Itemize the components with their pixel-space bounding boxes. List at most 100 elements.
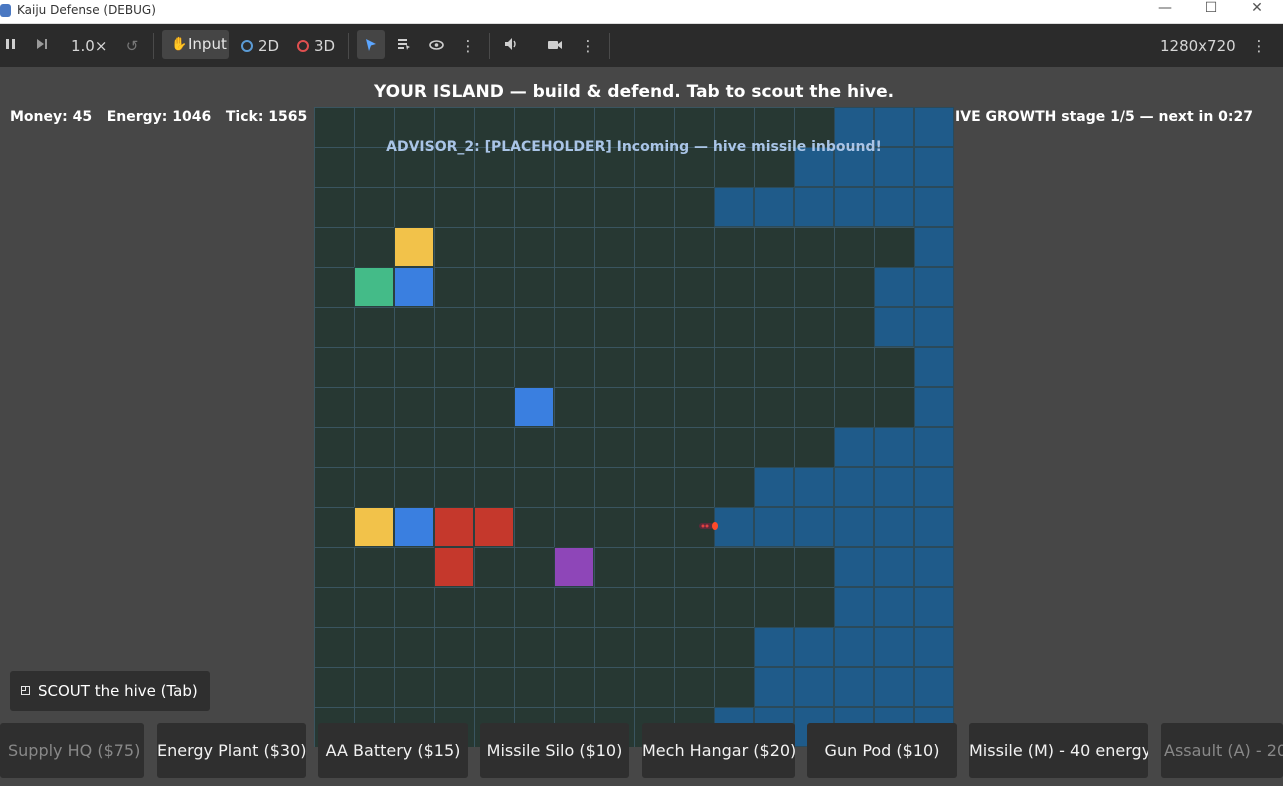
hive-tile bbox=[834, 587, 874, 627]
step-frame-icon[interactable] bbox=[32, 32, 52, 60]
camera-icon[interactable] bbox=[546, 32, 564, 60]
pause-icon[interactable] bbox=[2, 32, 20, 60]
select-tool-button[interactable] bbox=[357, 30, 385, 59]
window-title: Kaiju Defense (DEBUG) bbox=[17, 3, 156, 17]
money-counter: Money: 45 bbox=[10, 109, 93, 125]
input-mode-label: Input bbox=[188, 35, 227, 53]
hive-tile bbox=[914, 627, 954, 667]
incoming-missile-icon bbox=[699, 522, 718, 530]
hive-tile bbox=[874, 547, 914, 587]
hive-tile bbox=[794, 467, 834, 507]
hive-tile bbox=[874, 427, 914, 467]
hive-tile bbox=[914, 187, 954, 227]
hive-growth-status: HIVE GROWTH stage 1/5 — next in 0:27 bbox=[943, 109, 1253, 125]
island-grid[interactable] bbox=[314, 107, 954, 747]
building-blue[interactable] bbox=[394, 267, 434, 307]
island-title: YOUR ISLAND — build & defend. Tab to sco… bbox=[373, 82, 895, 102]
app-icon bbox=[0, 4, 11, 17]
ring-2d-icon bbox=[241, 40, 253, 52]
hive-tile bbox=[754, 667, 794, 707]
hive-tile bbox=[834, 667, 874, 707]
resource-stats: Money: 45 Energy: 1046 Tick: 1565 bbox=[10, 109, 307, 125]
building-green[interactable] bbox=[354, 267, 394, 307]
hive-tile bbox=[874, 627, 914, 667]
building-blue[interactable] bbox=[514, 387, 554, 427]
launch-missile-button[interactable]: Missile (M) - 40 energy bbox=[969, 723, 1148, 778]
hive-tile bbox=[914, 307, 954, 347]
launch-assault-button[interactable]: Assault (A) - 20 bbox=[1161, 723, 1283, 778]
scout-hive-button[interactable]: SCOUT the hive (Tab) bbox=[10, 671, 210, 711]
hive-tile bbox=[914, 507, 954, 547]
hive-tile bbox=[754, 627, 794, 667]
hive-tile bbox=[914, 427, 954, 467]
hive-tile bbox=[874, 187, 914, 227]
build-missile-silo-button[interactable]: Missile Silo ($10) bbox=[480, 723, 629, 778]
hive-tile bbox=[794, 187, 834, 227]
build-energy-plant-button[interactable]: Energy Plant ($30) bbox=[157, 723, 306, 778]
input-icon: ✋ bbox=[171, 37, 188, 52]
hive-tile bbox=[714, 187, 754, 227]
speaker-icon[interactable] bbox=[502, 32, 520, 60]
hive-tile bbox=[834, 547, 874, 587]
close-button[interactable]: ✕ bbox=[1234, 0, 1280, 23]
hive-tile bbox=[754, 507, 794, 547]
hive-tile bbox=[834, 427, 874, 467]
hive-tile bbox=[914, 587, 954, 627]
hive-tile bbox=[914, 387, 954, 427]
hive-tile bbox=[874, 467, 914, 507]
hive-tile bbox=[914, 667, 954, 707]
building-purple[interactable] bbox=[554, 547, 594, 587]
resolution-label: 1280x720 bbox=[1160, 37, 1236, 55]
hive-tile bbox=[914, 347, 954, 387]
editor-toolbar: 1.0× ↺ ✋ Input 2D 3D ⋮ ⋮ 1280x720 ⋮ bbox=[0, 24, 1283, 67]
hive-tile bbox=[794, 667, 834, 707]
mode-2d-button[interactable]: 2D bbox=[241, 32, 279, 60]
hive-tile bbox=[914, 467, 954, 507]
maximize-button[interactable]: ☐ bbox=[1188, 0, 1234, 23]
mode-3d-button[interactable]: 3D bbox=[297, 32, 335, 60]
hive-tile bbox=[834, 627, 874, 667]
hive-tile bbox=[834, 187, 874, 227]
build-gun-pod-button[interactable]: Gun Pod ($10) bbox=[807, 723, 957, 778]
building-yellow[interactable] bbox=[354, 507, 394, 547]
building-red[interactable] bbox=[434, 507, 474, 547]
tick-counter: Tick: 1565 bbox=[225, 109, 308, 125]
hive-tile bbox=[914, 227, 954, 267]
toolbar-separator bbox=[489, 33, 490, 59]
hive-tile bbox=[874, 507, 914, 547]
reset-speed-icon[interactable]: ↺ bbox=[122, 32, 142, 60]
more-options-icon[interactable]: ⋮ bbox=[579, 32, 597, 60]
hive-tile bbox=[914, 267, 954, 307]
list-select-icon[interactable] bbox=[395, 32, 413, 60]
advisor-message: ADVISOR_2: [PLACEHOLDER] Incoming — hive… bbox=[386, 139, 882, 155]
window-titlebar: Kaiju Defense (DEBUG) — ☐ ✕ bbox=[0, 0, 1283, 24]
toolbar-separator bbox=[153, 33, 154, 59]
input-mode-button[interactable]: ✋ Input bbox=[162, 30, 229, 59]
build-aa-battery-button[interactable]: AA Battery ($15) bbox=[318, 723, 468, 778]
cursor-arrow-icon bbox=[366, 39, 376, 51]
minimize-button[interactable]: — bbox=[1142, 0, 1188, 23]
hive-tile bbox=[794, 627, 834, 667]
hive-tile bbox=[794, 507, 834, 547]
scout-window-icon bbox=[21, 686, 30, 695]
building-red[interactable] bbox=[474, 507, 514, 547]
building-blue[interactable] bbox=[394, 507, 434, 547]
build-supply-hq-button[interactable]: Supply HQ ($75) bbox=[0, 723, 144, 778]
build-mech-hangar-button[interactable]: Mech Hangar ($20) bbox=[642, 723, 795, 778]
eye-icon[interactable] bbox=[427, 32, 445, 60]
hive-tile bbox=[874, 267, 914, 307]
hive-tile bbox=[874, 667, 914, 707]
toolbar-separator bbox=[348, 33, 349, 59]
building-red[interactable] bbox=[434, 547, 474, 587]
hive-tile bbox=[874, 587, 914, 627]
speed-selector[interactable]: 1.0× bbox=[71, 32, 107, 60]
building-yellow[interactable] bbox=[394, 227, 434, 267]
hive-tile bbox=[754, 467, 794, 507]
hive-tile bbox=[834, 467, 874, 507]
more-options-icon[interactable]: ⋮ bbox=[459, 32, 477, 60]
hive-tile bbox=[874, 307, 914, 347]
ring-3d-icon bbox=[297, 40, 309, 52]
energy-counter: Energy: 1046 bbox=[106, 109, 212, 125]
hive-tile bbox=[834, 507, 874, 547]
more-options-icon[interactable]: ⋮ bbox=[1250, 32, 1268, 60]
